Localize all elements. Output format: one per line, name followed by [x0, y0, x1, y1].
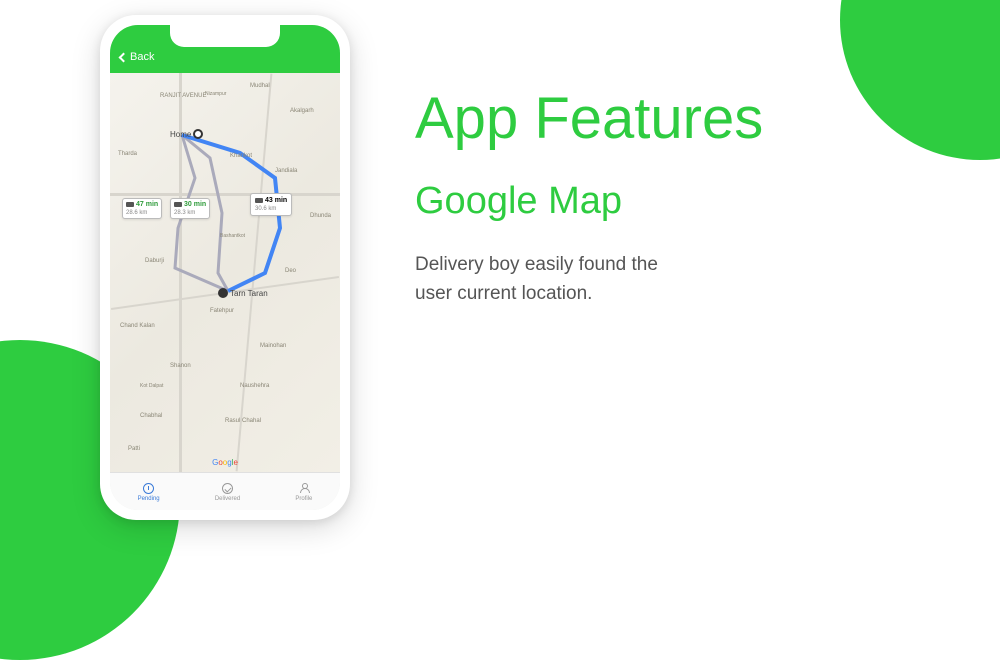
- back-button[interactable]: Back: [120, 51, 154, 63]
- map-place-label: Rasul Chahal: [225, 418, 261, 424]
- map-place-label: Patti: [128, 446, 140, 452]
- tab-label: Profile: [295, 496, 312, 502]
- map-place-label: Mainohan: [260, 343, 286, 349]
- tab-label: Delivered: [215, 496, 240, 502]
- map-place-label: Bashantkot: [220, 233, 245, 239]
- feature-description: Delivery boy easily found the user curre…: [415, 251, 675, 308]
- map-place-label: Jandiala: [275, 168, 297, 174]
- back-arrow-icon: [119, 52, 129, 62]
- destination-label: Tarn Taran: [230, 289, 268, 298]
- map-place-label: Naushehra: [240, 383, 269, 389]
- map-place-label: Mudhal: [250, 83, 270, 89]
- tab-profile[interactable]: Profile: [295, 481, 312, 502]
- map-place-label: Nizampur: [205, 91, 226, 97]
- phone-mockup: Back Home Tarn Taran: [100, 15, 350, 520]
- decorative-circle-top: [840, 0, 1000, 160]
- destination-marker[interactable]: Tarn Taran: [218, 288, 268, 298]
- car-icon: [255, 198, 263, 203]
- route-option-2[interactable]: 30 min28.3 km: [170, 198, 210, 219]
- map-place-label: Shanon: [170, 363, 191, 369]
- origin-label: Home: [170, 130, 191, 139]
- car-icon: [126, 202, 134, 207]
- route-option-3[interactable]: 43 min30.6 km: [250, 193, 292, 216]
- map-place-label: Khankot: [230, 153, 252, 159]
- phone-notch: [170, 25, 280, 47]
- map-place-label: Akalgarh: [290, 108, 314, 114]
- back-label: Back: [130, 51, 154, 63]
- google-attribution: Google: [212, 458, 238, 467]
- feature-title: App Features: [415, 85, 763, 152]
- check-icon: [220, 481, 234, 495]
- clock-icon: [142, 481, 156, 495]
- map-place-label: Dhunda: [310, 213, 331, 219]
- map-place-label: Fatehpur: [210, 308, 234, 314]
- map-place-label: Daburji: [145, 258, 164, 264]
- feature-subtitle: Google Map: [415, 180, 763, 223]
- map-place-label: Chand Kalan: [120, 323, 155, 329]
- tab-pending[interactable]: Pending: [138, 481, 160, 502]
- car-icon: [174, 202, 182, 207]
- marketing-copy: App Features Google Map Delivery boy eas…: [415, 85, 763, 308]
- tab-label: Pending: [138, 496, 160, 502]
- route-option-1[interactable]: 47 min28.6 km: [122, 198, 162, 219]
- map-place-label: Kot Dalpat: [140, 383, 163, 389]
- tab-delivered[interactable]: Delivered: [215, 481, 240, 502]
- tab-bar: Pending Delivered Profile: [110, 472, 340, 510]
- marker-dot-icon: [193, 129, 203, 139]
- map-view[interactable]: Home Tarn Taran 47 min28.6 km 30 min28.3…: [110, 73, 340, 472]
- map-place-label: Deo: [285, 268, 296, 274]
- origin-marker[interactable]: Home: [170, 129, 203, 139]
- phone-screen: Back Home Tarn Taran: [110, 25, 340, 510]
- map-place-label: RANJIT AVENUE: [160, 93, 206, 99]
- profile-icon: [297, 481, 311, 495]
- map-place-label: Chabhal: [140, 413, 162, 419]
- marker-dot-icon: [218, 288, 228, 298]
- map-place-label: Tharda: [118, 151, 137, 157]
